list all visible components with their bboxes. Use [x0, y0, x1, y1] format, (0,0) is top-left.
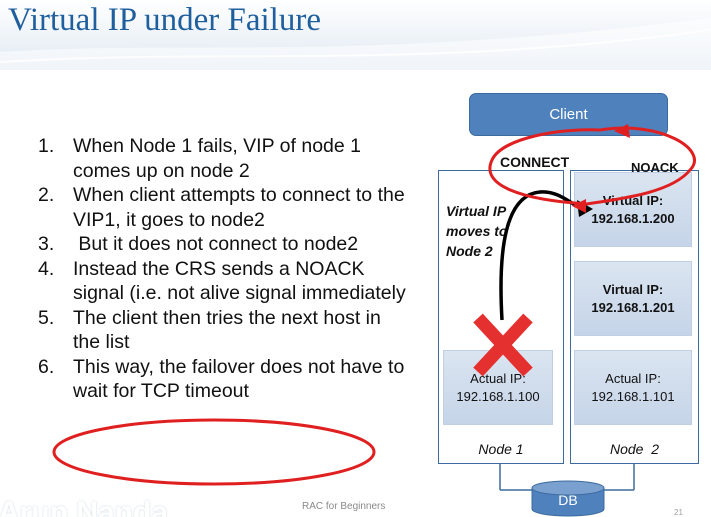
step-text: When Node 1 fails, VIP of node 1 comes u…	[73, 135, 361, 182]
connect-label: CONNECT	[500, 154, 570, 170]
noack-label: NOACK	[631, 160, 679, 175]
step-text: When client attempts to connect to the V…	[73, 184, 405, 231]
step-number: 4.	[38, 257, 55, 280]
step-number: 6.	[38, 355, 55, 378]
node-1-actual-ip: Actual IP: 192.168.1.100	[443, 350, 553, 425]
list-item: 4. Instead the CRS sends a NOACK signal (…	[38, 257, 410, 306]
vip-a-value: 192.168.1.200	[591, 210, 675, 226]
client-box: Client	[469, 93, 668, 136]
vip-a-label: Virtual IP:	[602, 192, 664, 208]
step-number: 1.	[38, 135, 55, 157]
step-text: This way, the failover does not have to …	[73, 355, 405, 403]
step-number: 5.	[38, 306, 55, 329]
page-number: 21	[674, 508, 683, 517]
step-number: 3.	[38, 233, 55, 255]
list-item: 3. But it does not connect to node2	[38, 232, 410, 257]
list-item: 1. When Node 1 fails, VIP of node 1 comes…	[38, 134, 410, 183]
footer-center: RAC for Beginners	[302, 501, 386, 512]
slide: Virtual IP under Failure 1. When Node 1 f…	[0, 0, 711, 517]
node-2-label: Node 2	[609, 441, 660, 457]
footer-brand: Arup Nanda	[0, 496, 169, 517]
node-1-label: Node 1	[478, 441, 524, 457]
vip-moves-annotation: Virtual IP moves to Node 2	[446, 203, 508, 259]
list-item: 2. When client attempts to connect to the…	[38, 183, 410, 232]
node-1-actual-value: 192.168.1.100	[456, 388, 540, 404]
step-text: The client then tries the next host in t…	[73, 306, 381, 354]
node-2-vip-b: Virtual IP: 192.168.1.201	[574, 261, 692, 336]
list-item: 5. The client then tries the next host in…	[38, 306, 410, 355]
node-2-actual-ip: Actual IP: 192.168.1.101	[574, 350, 692, 425]
steps-list: 1. When Node 1 fails, VIP of node 1 comes…	[38, 134, 410, 404]
slide-title: Virtual IP under Failure	[8, 2, 321, 38]
node-1-actual-label: Actual IP:	[470, 370, 526, 386]
step-number: 2.	[38, 184, 55, 206]
step-text: But it does not connect to node2	[73, 233, 359, 255]
highlight-oval	[52, 418, 376, 486]
node-2-vip-a: Virtual IP: 192.168.1.200	[574, 172, 692, 247]
vip-b-value: 192.168.1.201	[591, 299, 675, 315]
db-label: DB	[558, 492, 578, 508]
list-item: 6. This way, the failover does not have t…	[38, 355, 410, 404]
client-label: Client	[549, 106, 588, 123]
node-2-actual-value: 192.168.1.101	[591, 388, 675, 404]
node-2-actual-label: Actual IP:	[605, 370, 661, 386]
vip-b-label: Virtual IP:	[602, 281, 664, 297]
step-text: Instead the CRS sends a NOACK signal (i.…	[73, 257, 406, 305]
